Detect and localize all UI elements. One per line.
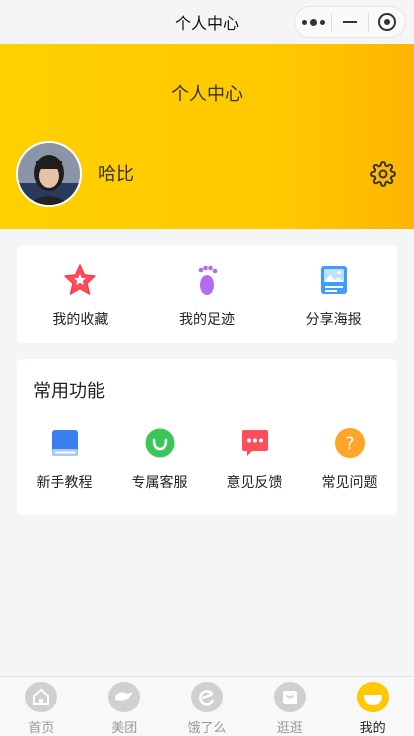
minimize-button[interactable]	[332, 7, 368, 37]
username: 哈比	[98, 164, 134, 185]
feedback-icon	[239, 427, 271, 459]
tab-mine[interactable]: 我的	[331, 677, 414, 736]
tutorial-item[interactable]: 新手教程	[17, 427, 112, 492]
faq-item[interactable]: ? 常见问题	[302, 427, 397, 492]
tab-mine-label: 我的	[359, 721, 386, 736]
tab-browse-label: 逛逛	[276, 721, 303, 736]
footprints-item[interactable]: 我的足迹	[144, 245, 271, 343]
poster-icon	[317, 263, 351, 297]
quick-actions-card: 我的收藏 我的足迹 分享海报	[17, 245, 397, 343]
svg-text:?: ?	[345, 434, 354, 454]
mini-program-capsule	[294, 6, 406, 38]
tab-eleme[interactable]: 饿了么	[166, 677, 249, 736]
profile-icon	[356, 682, 389, 712]
avatar[interactable]	[16, 141, 82, 207]
star-icon	[63, 263, 97, 297]
share-poster-item[interactable]: 分享海报	[270, 245, 397, 343]
tab-meituan-label: 美团	[111, 721, 138, 736]
footprints-label: 我的足迹	[179, 312, 235, 328]
meituan-icon	[108, 682, 141, 712]
shop-icon	[273, 682, 306, 712]
tutorial-label: 新手教程	[36, 475, 93, 491]
nav-bar: 个人中心	[0, 0, 414, 44]
faq-label: 常见问题	[321, 475, 378, 491]
tab-browse[interactable]: 逛逛	[248, 677, 331, 736]
question-icon: ?	[334, 427, 366, 459]
close-button[interactable]	[369, 7, 405, 37]
favorites-label: 我的收藏	[52, 312, 109, 328]
more-dots-icon	[301, 18, 325, 26]
tab-eleme-label: 饿了么	[187, 721, 227, 736]
service-item[interactable]: 专属客服	[112, 427, 207, 492]
settings-gear-icon[interactable]	[370, 161, 396, 187]
service-label: 专属客服	[131, 475, 188, 491]
home-icon	[25, 682, 58, 712]
more-button[interactable]	[295, 7, 331, 37]
feedback-item[interactable]: 意见反馈	[207, 427, 302, 492]
tab-home[interactable]: 首页	[0, 677, 83, 736]
tab-home-label: 首页	[28, 721, 55, 736]
feedback-label: 意见反馈	[226, 475, 283, 491]
close-target-icon	[378, 13, 396, 31]
profile-header: 个人中心 哈比	[0, 44, 414, 229]
header-title: 个人中心	[171, 84, 243, 105]
tab-meituan[interactable]: 美团	[83, 677, 166, 736]
common-functions-grid: 新手教程 专属客服 意见反馈 ? 常见问题	[17, 427, 397, 492]
bottom-tab-bar: 首页 美团 饿了么 逛逛 我的	[0, 676, 414, 736]
share-poster-label: 分享海报	[305, 312, 362, 328]
common-functions-card: 常用功能 新手教程 专属客服 意见反馈 ? 常见问题	[17, 359, 397, 515]
chat-icon	[144, 427, 176, 459]
book-icon	[49, 427, 81, 459]
nav-title: 个人中心	[174, 14, 239, 33]
eleme-icon	[190, 682, 223, 712]
section-title: 常用功能	[33, 381, 105, 402]
favorites-item[interactable]: 我的收藏	[17, 245, 144, 343]
footprint-icon	[190, 263, 224, 297]
minus-icon	[343, 21, 357, 23]
